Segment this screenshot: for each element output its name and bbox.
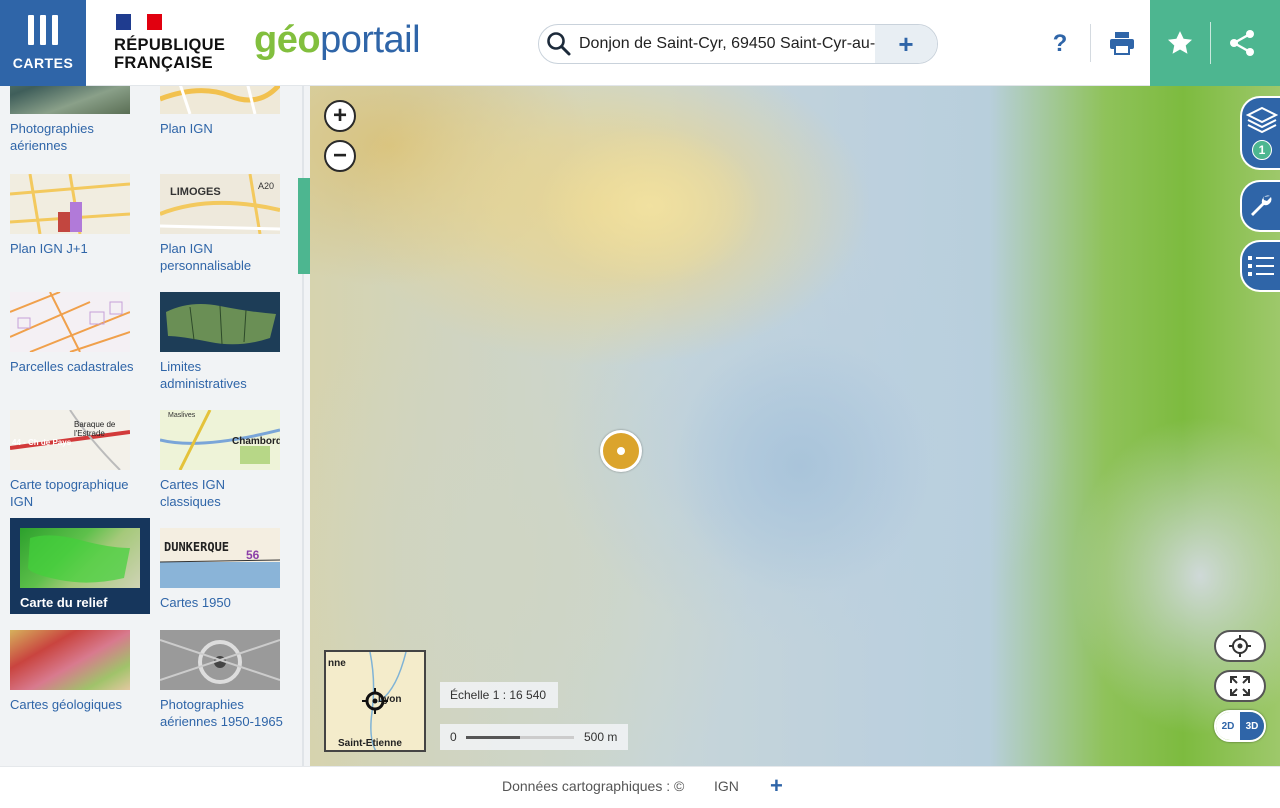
brand-geo: géo xyxy=(254,19,321,61)
geolocate-button[interactable] xyxy=(1214,630,1266,662)
print-button[interactable] xyxy=(1102,24,1142,62)
layers-count-badge: 1 xyxy=(1252,140,1272,160)
sidebar-scrollbar[interactable] xyxy=(298,178,310,274)
printer-icon xyxy=(1110,32,1134,55)
2d-3d-toggle[interactable]: 2D 3D xyxy=(1214,710,1266,742)
thumb-cartes-1950: DUNKERQUE 56 xyxy=(160,528,280,588)
search-icon[interactable] xyxy=(539,25,579,63)
tile-photographies-aeriennes-1950-1965[interactable]: Photographies aériennes 1950-1965 xyxy=(150,630,290,730)
crosshair-icon xyxy=(1229,635,1251,657)
menu-icon xyxy=(28,15,58,45)
geoportail-logo[interactable]: géoportail xyxy=(254,16,421,64)
layers-icon xyxy=(1246,106,1278,134)
fullscreen-icon xyxy=(1230,676,1250,696)
tile-plan-ign-personnalisable[interactable]: LIMOGES A20 Plan IGN personnalisable xyxy=(150,174,290,274)
tile-limites-administratives[interactable]: Limites administratives xyxy=(150,292,290,392)
tile-cartes-ign-classiques[interactable]: Chambord Maslives Cartes IGN classiques xyxy=(150,410,290,510)
map-view[interactable]: + − nne Lyon Saint-Etienne Échelle 1 : 1… xyxy=(310,86,1280,766)
thumb-geologie xyxy=(10,630,130,690)
thumb-plan-ign-j1 xyxy=(10,174,130,234)
tile-parcelles-cadastrales[interactable]: Parcelles cadastrales xyxy=(0,292,140,375)
favorites-button[interactable] xyxy=(1150,0,1210,86)
thumb-plan-ign xyxy=(160,86,280,114)
header-divider xyxy=(1090,24,1091,62)
cartes-menu-button[interactable]: CARTES xyxy=(0,0,86,86)
tile-cartes-1950[interactable]: DUNKERQUE 56 Cartes 1950 xyxy=(150,528,290,611)
scale-ratio: Échelle 1 : 16 540 xyxy=(440,682,558,708)
toggle-2d[interactable]: 2D xyxy=(1216,712,1240,740)
share-icon xyxy=(1230,30,1254,56)
map-catalog-panel: Photographies aériennes Plan IGN Plan IG… xyxy=(0,86,310,766)
star-icon xyxy=(1167,31,1193,54)
thumb-topo: Baraque de l'Estrade 44 - Ch de Pays xyxy=(10,410,130,470)
wrench-icon xyxy=(1251,195,1272,216)
search-input[interactable] xyxy=(579,29,875,59)
republique-francaise-logo[interactable]: RÉPUBLIQUE FRANÇAISE xyxy=(114,14,234,72)
actions-divider xyxy=(1210,22,1211,64)
thumb-limites xyxy=(160,292,280,352)
tile-photographies-aeriennes[interactable]: Photographies aériennes xyxy=(0,86,140,154)
brand-portail: portail xyxy=(320,19,421,61)
thumb-aerial xyxy=(10,86,130,114)
attribution-text: Données cartographiques : © xyxy=(502,778,685,794)
zoom-out-button[interactable]: − xyxy=(324,140,356,172)
attribution-ign[interactable]: IGN xyxy=(714,778,739,794)
thumb-relief xyxy=(20,528,140,588)
location-marker[interactable] xyxy=(600,430,642,472)
header: CARTES RÉPUBLIQUE FRANÇAISE géoportail +… xyxy=(0,0,1280,86)
footer: Données cartographiques : © IGN + xyxy=(0,766,1280,808)
tile-cartes-geologiques[interactable]: Cartes géologiques xyxy=(0,630,140,713)
legend-tab[interactable] xyxy=(1240,240,1280,292)
relief-valley xyxy=(670,336,930,596)
tile-carte-du-relief[interactable]: Carte du relief xyxy=(10,518,150,614)
french-flag-icon xyxy=(116,14,162,30)
layers-tab[interactable]: 1 xyxy=(1240,96,1280,170)
republique-francaise-text: RÉPUBLIQUE FRANÇAISE xyxy=(114,36,226,72)
overview-map[interactable]: nne Lyon Saint-Etienne xyxy=(324,650,426,752)
zoom-in-button[interactable]: + xyxy=(324,100,356,132)
search-bar: + xyxy=(538,24,938,64)
help-button[interactable]: ? xyxy=(1040,26,1080,62)
tile-plan-ign[interactable]: Plan IGN xyxy=(150,86,290,137)
attribution-more-button[interactable]: + xyxy=(770,773,783,799)
relief-highlight xyxy=(540,126,760,286)
thumb-aerial-1950 xyxy=(160,630,280,690)
search-options-button[interactable]: + xyxy=(875,25,937,63)
tile-plan-ign-j1[interactable]: Plan IGN J+1 xyxy=(0,174,140,257)
share-button[interactable] xyxy=(1212,0,1272,86)
list-icon xyxy=(1248,256,1274,276)
fullscreen-button[interactable] xyxy=(1214,670,1266,702)
scale-bar: 0 500 m xyxy=(440,724,628,750)
tile-carte-topographique[interactable]: Baraque de l'Estrade 44 - Ch de Pays Car… xyxy=(0,410,140,510)
thumb-plan-ign-perso: LIMOGES A20 xyxy=(160,174,280,234)
toggle-3d[interactable]: 3D xyxy=(1240,712,1264,740)
cartes-menu-label: CARTES xyxy=(12,55,74,71)
tools-tab[interactable] xyxy=(1240,180,1280,232)
overview-target-icon xyxy=(362,688,388,714)
thumb-cadastre xyxy=(10,292,130,352)
thumb-classiques: Chambord Maslives xyxy=(160,410,280,470)
